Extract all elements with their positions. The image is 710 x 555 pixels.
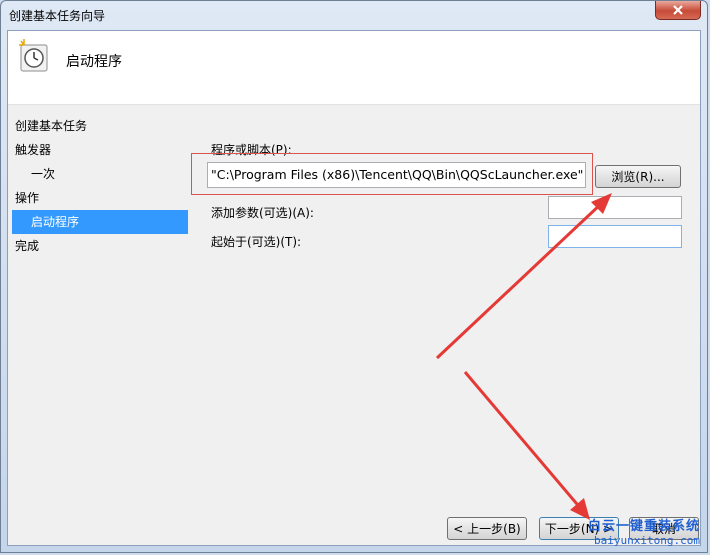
arrow-to-next: [463, 371, 584, 511]
annotation-arrows: [435, 193, 612, 520]
watermark-url: baiyunxitong.com: [594, 534, 700, 547]
watermark: 白云一键重装系统 baiyunxitong.com: [588, 515, 700, 547]
watermark-title: 白云一键重装系统: [587, 519, 700, 534]
arrow-to-browse: [435, 200, 605, 360]
